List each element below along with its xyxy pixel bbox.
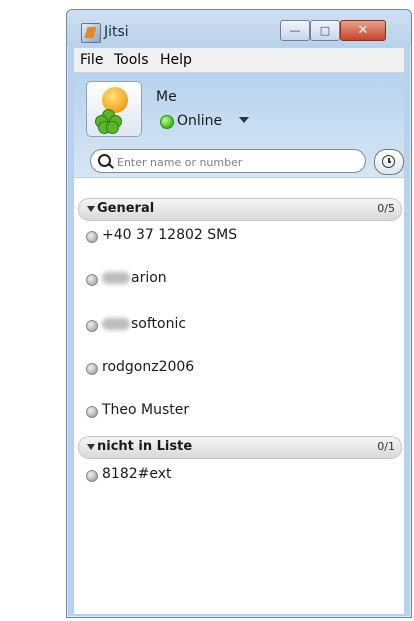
group-name: General: [97, 201, 155, 216]
group-header-general[interactable]: General 0/5: [78, 198, 402, 221]
group-name: nicht in Liste: [97, 439, 193, 454]
redacted-blur: [102, 272, 130, 284]
contact-name: +40 37 12802 SMS: [102, 227, 238, 243]
offline-status-icon: [86, 363, 98, 375]
group-header-nicht-in-liste[interactable]: nicht in Liste 0/1: [78, 436, 402, 459]
offline-status-icon: [86, 470, 98, 482]
search-box: [90, 149, 366, 173]
close-button[interactable]: ✕: [340, 20, 386, 41]
contact-item[interactable]: softonic: [74, 312, 404, 340]
group-count: 0/5: [377, 202, 395, 215]
jitsi-app-icon: [81, 23, 101, 43]
contact-name: Theo Muster: [102, 402, 190, 418]
status-selector[interactable]: Online: [177, 113, 222, 129]
contact-name-field: softonic: [102, 316, 186, 332]
contact-name: arion: [131, 270, 167, 286]
chevron-down-icon[interactable]: [239, 117, 249, 123]
expand-triangle-icon: [87, 206, 95, 212]
contact-item[interactable]: +40 37 12802 SMS: [74, 223, 404, 251]
contact-name-field: arion: [102, 270, 167, 286]
user-name: Me: [156, 89, 177, 105]
search-input[interactable]: [115, 152, 359, 172]
online-status-icon: [160, 115, 174, 129]
offline-status-icon: [86, 231, 98, 243]
call-history-button[interactable]: [374, 149, 404, 175]
menu-bar: File Tools Help: [74, 48, 404, 73]
avatar[interactable]: [86, 81, 142, 137]
redacted-blur: [102, 318, 130, 330]
contact-name: 8182#ext: [102, 466, 172, 482]
menu-file[interactable]: File: [80, 52, 103, 68]
contact-name: softonic: [131, 316, 187, 332]
minimize-button[interactable]: —: [280, 20, 310, 41]
offline-status-icon: [86, 320, 98, 332]
contact-item[interactable]: arion: [74, 266, 404, 294]
menu-tools[interactable]: Tools: [114, 52, 149, 68]
contact-list: General 0/5 +40 37 12802 SMS arion softo…: [74, 178, 404, 614]
expand-triangle-icon: [87, 444, 95, 450]
group-count: 0/1: [377, 440, 395, 453]
clock-icon: [382, 155, 395, 168]
contact-name: rodgonz2006: [102, 359, 195, 375]
title-bar[interactable]: Jitsi — □ ✕: [67, 10, 411, 46]
offline-status-icon: [86, 406, 98, 418]
contact-item[interactable]: 8182#ext: [74, 462, 404, 490]
window-title: Jitsi: [104, 24, 129, 40]
contact-item[interactable]: Theo Muster: [74, 398, 404, 426]
icq-flower-icon: [95, 109, 122, 134]
maximize-button[interactable]: □: [310, 20, 340, 41]
offline-status-icon: [86, 274, 98, 286]
menu-help[interactable]: Help: [160, 52, 192, 68]
contact-item[interactable]: rodgonz2006: [74, 355, 404, 383]
jitsi-window: Jitsi — □ ✕ File Tools Help Me Online En…: [66, 9, 412, 618]
search-icon: [98, 154, 111, 167]
user-panel: Me Online: [74, 73, 404, 177]
